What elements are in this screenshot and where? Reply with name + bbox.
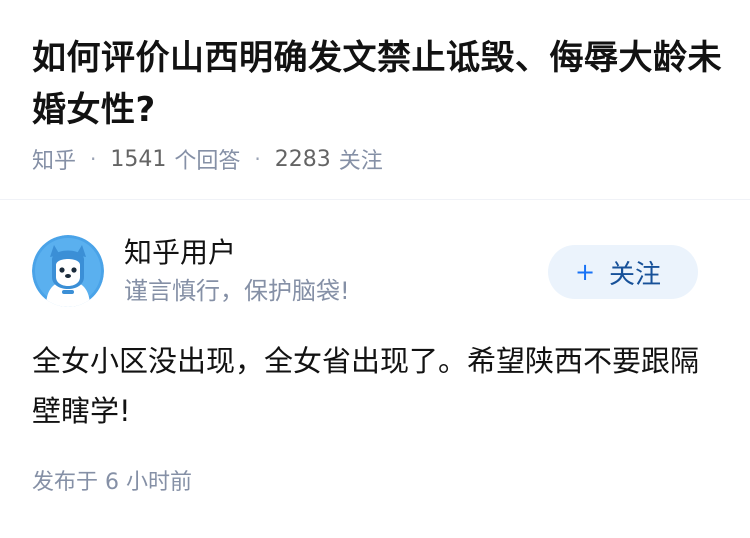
meta-separator: · [90, 147, 97, 171]
question-title[interactable]: 如何评价山西明确发文禁止诋毁、侮辱大龄未婚女性? [32, 32, 722, 136]
author-row: 知乎用户 谨言慎行，保护脑袋! + 关注 [32, 235, 718, 309]
default-user-avatar-icon [32, 235, 104, 307]
question-header: 如何评价山西明确发文禁止诋毁、侮辱大龄未婚女性? 知乎 · 1541 个回答 ·… [0, 0, 750, 200]
answer-content[interactable]: 全女小区没出现，全女省出现了。希望陕西不要跟隔壁瞎学! [32, 336, 718, 436]
follower-count-label: 关注 [338, 149, 383, 174]
follow-button-label: 关注 [609, 259, 662, 290]
author-bio: 谨言慎行，保护脑袋! [124, 277, 350, 305]
author-name[interactable]: 知乎用户 [124, 235, 236, 271]
follow-button[interactable]: + 关注 [548, 245, 698, 299]
follower-count: 2283 [274, 146, 331, 172]
avatar[interactable] [32, 235, 104, 307]
meta-separator: · [254, 147, 261, 171]
answer-card: 知乎用户 谨言慎行，保护脑袋! + 关注 全女小区没出现，全女省出现了。希望陕西… [0, 200, 750, 538]
source-label[interactable]: 知乎 [32, 143, 76, 175]
answer-count: 1541 [110, 146, 167, 172]
question-meta: 知乎 · 1541 个回答 · 2283 关注 [32, 143, 383, 175]
plus-icon: + [574, 258, 596, 286]
answer-count-label: 个回答 [174, 149, 241, 174]
answer-timestamp: 发布于 6 小时前 [32, 470, 192, 495]
